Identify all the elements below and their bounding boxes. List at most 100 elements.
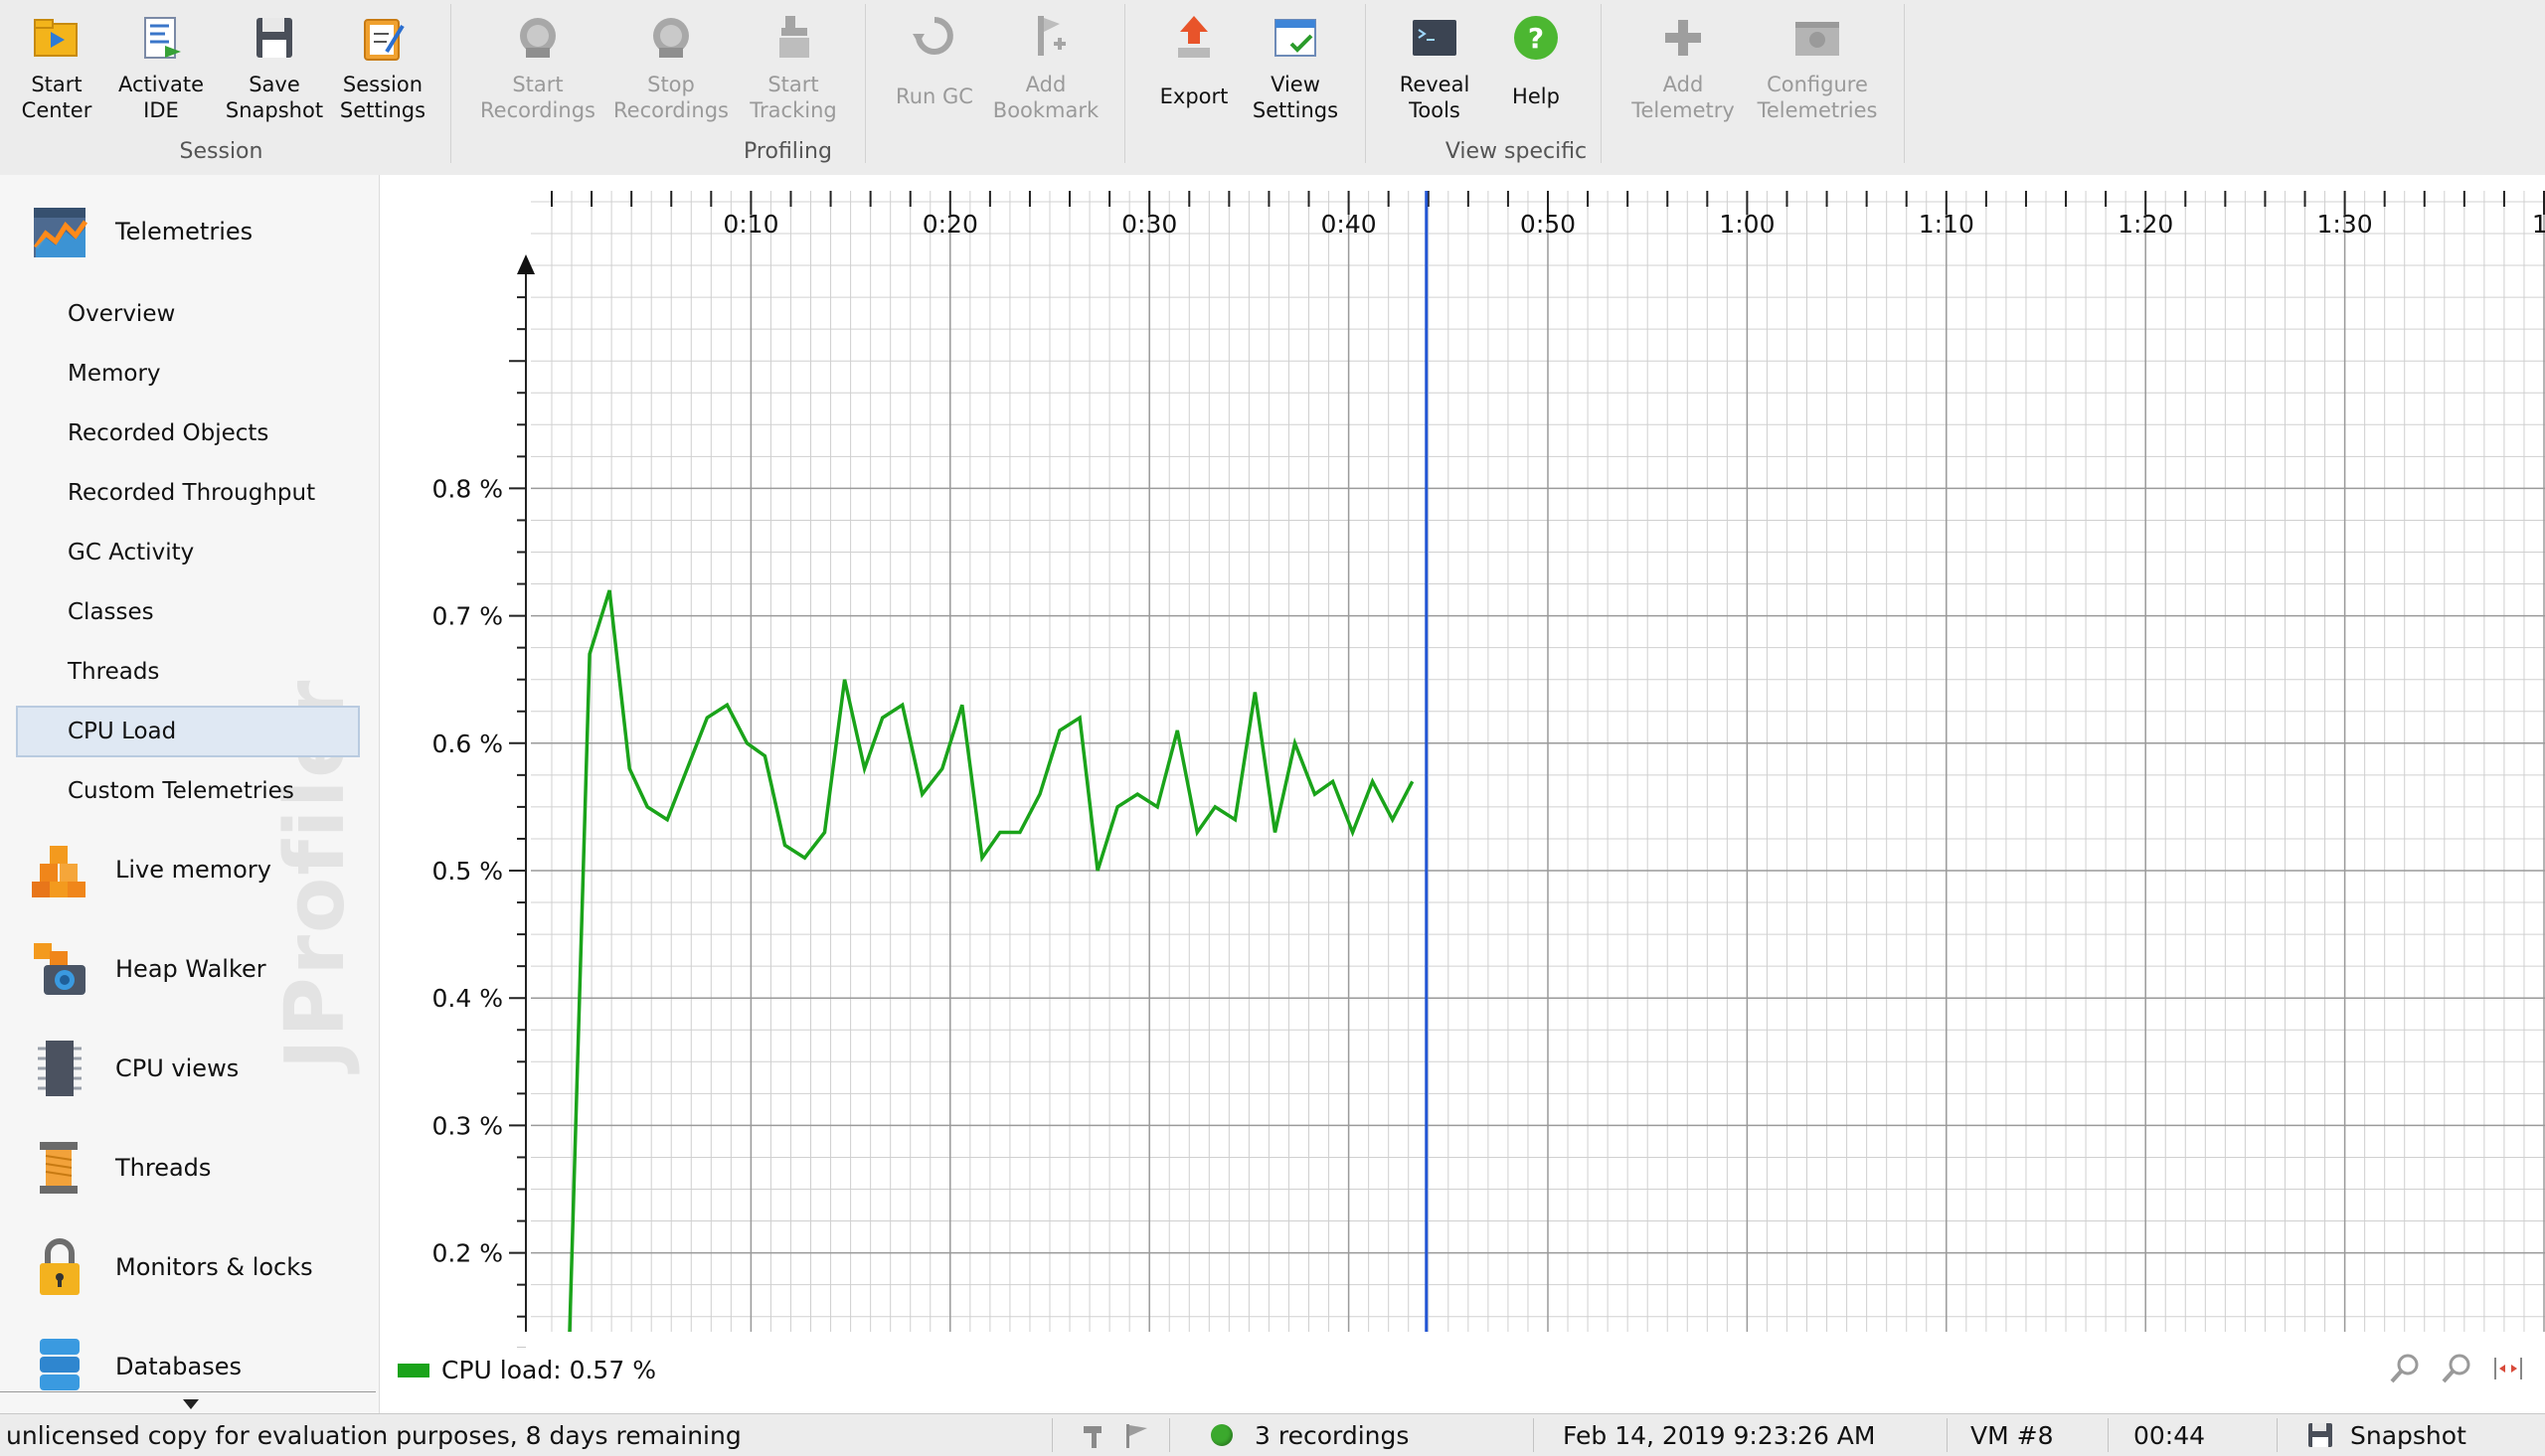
toolbar-separator xyxy=(450,4,451,163)
configure-telemetries-icon xyxy=(1791,12,1843,64)
y-tick-label: 0.5 % xyxy=(432,857,503,886)
help-icon: ? xyxy=(1510,12,1562,64)
x-tick-label: 0:40 xyxy=(1321,210,1377,239)
export-button[interactable]: Export xyxy=(1151,6,1237,123)
reveal-tools-button[interactable]: Reveal Tools xyxy=(1388,6,1481,123)
chart-legend: CPU load: 0.57 % xyxy=(398,1356,656,1384)
thread-spool-icon xyxy=(30,1136,89,1200)
sidebar-section-cpu-views[interactable]: CPU views xyxy=(0,1024,380,1113)
x-tick-label: 1:10 xyxy=(1919,210,1974,239)
y-tick-label: 0.8 % xyxy=(432,474,503,503)
recordings-status[interactable]: 3 recordings xyxy=(1211,1414,1409,1456)
fit-to-width-icon[interactable] xyxy=(2491,1352,2525,1385)
bookmark-tools xyxy=(1080,1414,1151,1456)
sidebar-item-cpu-load[interactable]: CPU Load xyxy=(16,706,360,757)
start-recordings-icon xyxy=(512,12,564,64)
x-tick-label: 0:10 xyxy=(723,210,778,239)
sidebar-item-threads[interactable]: Threads xyxy=(16,646,360,698)
sidebar-item-recorded-throughput[interactable]: Recorded Throughput xyxy=(16,467,360,519)
status-separator xyxy=(2277,1418,2278,1452)
svg-text:?: ? xyxy=(1528,22,1544,55)
start-center-icon xyxy=(31,12,83,64)
snapshot-datetime: Feb 14, 2019 9:23:26 AM xyxy=(1563,1414,1875,1456)
export-icon xyxy=(1168,12,1220,64)
session-group-label: Session xyxy=(0,139,442,164)
sidebar-item-classes[interactable]: Classes xyxy=(16,586,360,638)
x-tick-label: 1:30 xyxy=(2317,210,2373,239)
recording-status-icon xyxy=(1211,1424,1233,1446)
vm-id: VM #8 xyxy=(1970,1414,2053,1456)
x-tick-label: 1:00 xyxy=(1719,210,1775,239)
sidebar-item-gc-activity[interactable]: GC Activity xyxy=(16,527,360,578)
sidebar-divider xyxy=(0,1391,376,1392)
configure-telemetries-button[interactable]: Configure Telemetries xyxy=(1754,6,1881,123)
padlock-icon xyxy=(30,1235,89,1299)
view-specific-group-label: View specific xyxy=(1126,139,1906,164)
y-tick-label: 0.2 % xyxy=(432,1239,503,1268)
zoom-out-icon[interactable] xyxy=(2440,1352,2473,1385)
zoom-in-icon[interactable] xyxy=(2388,1352,2422,1385)
y-tick-label: 0.7 % xyxy=(432,602,503,631)
recycle-icon xyxy=(909,12,960,64)
start-tracking-button[interactable]: Start Tracking xyxy=(744,6,843,123)
flag-icon[interactable] xyxy=(1121,1420,1151,1450)
database-icon xyxy=(30,1335,89,1398)
sidebar-item-memory[interactable]: Memory xyxy=(16,348,360,400)
x-tick-label: 0:30 xyxy=(1121,210,1177,239)
telemetries-icon xyxy=(30,200,89,263)
status-separator xyxy=(2108,1418,2109,1452)
heap-walker-icon xyxy=(30,937,89,1001)
sidebar-item-recorded-objects[interactable]: Recorded Objects xyxy=(16,407,360,459)
sidebar-section-monitors-locks[interactable]: Monitors & locks xyxy=(0,1222,380,1312)
help-button[interactable]: ? Help xyxy=(1491,6,1581,123)
session-settings-button[interactable]: Session Settings xyxy=(336,6,429,123)
x-tick-label: 1: xyxy=(2532,210,2545,239)
zoom-controls xyxy=(2388,1352,2525,1385)
sidebar: JProfiler Telemetries Overview Memory Re… xyxy=(0,175,380,1413)
add-bookmark-button[interactable]: Add Bookmark xyxy=(992,6,1100,123)
y-axis-arrow xyxy=(517,254,535,274)
license-message: unlicensed copy for evaluation purposes,… xyxy=(6,1414,742,1456)
cpu-chip-icon xyxy=(30,1037,89,1100)
start-tracking-icon xyxy=(767,12,819,64)
toolbar-separator xyxy=(1904,4,1905,163)
floppy-disk-icon xyxy=(249,12,300,64)
y-tick-label: 0.3 % xyxy=(432,1111,503,1140)
floppy-disk-icon xyxy=(2306,1421,2334,1449)
sidebar-section-live-memory[interactable]: Live memory xyxy=(0,825,380,914)
save-snapshot-button[interactable]: Save Snapshot xyxy=(225,6,324,123)
sidebar-section-databases[interactable]: Databases xyxy=(0,1322,380,1411)
run-gc-button[interactable]: Run GC xyxy=(885,6,984,123)
y-tick-label: 0.4 % xyxy=(432,984,503,1013)
y-tick-label: 0.6 % xyxy=(432,729,503,758)
view-settings-button[interactable]: View Settings xyxy=(1251,6,1340,123)
terminal-icon xyxy=(1409,12,1460,64)
status-separator xyxy=(1533,1418,1534,1452)
plus-icon xyxy=(1657,12,1709,64)
session-mode: Snapshot xyxy=(2306,1414,2466,1456)
sidebar-item-overview[interactable]: Overview xyxy=(16,288,360,340)
sidebar-section-threads[interactable]: Threads xyxy=(0,1123,380,1213)
start-center-button[interactable]: Start Center xyxy=(14,6,99,123)
status-bar: unlicensed copy for evaluation purposes,… xyxy=(0,1413,2545,1455)
stop-recordings-icon xyxy=(645,12,697,64)
status-separator xyxy=(1947,1418,1948,1452)
scroll-down-arrow-icon[interactable] xyxy=(183,1399,199,1409)
stop-recordings-button[interactable]: Stop Recordings xyxy=(610,6,732,123)
activate-ide-icon xyxy=(135,12,187,64)
start-recordings-button[interactable]: Start Recordings xyxy=(477,6,598,123)
main-toolbar: Start Center Activate IDE Save Snapshot … xyxy=(0,0,2545,175)
hammer-icon[interactable] xyxy=(1080,1420,1109,1450)
x-tick-label: 0:50 xyxy=(1520,210,1576,239)
activate-ide-button[interactable]: Activate IDE xyxy=(111,6,211,123)
status-separator xyxy=(1169,1418,1170,1452)
sidebar-section-heap-walker[interactable]: Heap Walker xyxy=(0,924,380,1014)
legend-text: CPU load: 0.57 % xyxy=(441,1356,656,1384)
profiling-group-label: Profiling xyxy=(452,139,1123,164)
cpu-load-chart-panel: 0:100:200:300:400:501:001:101:201:301:0.… xyxy=(380,175,2545,1413)
sidebar-section-telemetries[interactable]: Telemetries xyxy=(0,187,380,276)
sidebar-item-custom-telemetries[interactable]: Custom Telemetries xyxy=(16,765,360,817)
cpu-load-chart[interactable]: 0:100:200:300:400:501:001:101:201:301:0.… xyxy=(380,175,2545,1348)
add-telemetry-button[interactable]: Add Telemetry xyxy=(1624,6,1742,123)
bookmark-icon xyxy=(1020,12,1072,64)
